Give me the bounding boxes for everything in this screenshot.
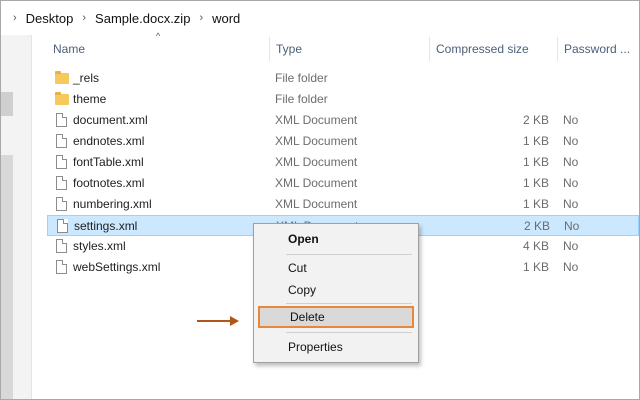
file-password: No	[563, 260, 579, 274]
file-type: XML Document	[275, 113, 358, 127]
file-type: XML Document	[275, 197, 358, 211]
breadcrumb-item-word[interactable]: word	[212, 11, 240, 26]
file-type: XML Document	[275, 176, 358, 190]
column-header-compressed-size[interactable]: Compressed size	[429, 37, 557, 61]
menu-separator	[286, 254, 412, 255]
file-name: endnotes.xml	[73, 134, 145, 148]
table-row[interactable]: endnotes.xml XML Document 1 KB No	[47, 131, 639, 152]
file-name: document.xml	[73, 113, 148, 127]
nav-scrollbar-thumb[interactable]	[1, 92, 13, 116]
file-password: No	[563, 113, 579, 127]
file-icon	[55, 197, 69, 213]
folder-icon	[55, 71, 69, 87]
table-row[interactable]: _rels File folder	[47, 68, 639, 89]
menu-item-delete[interactable]: Delete	[258, 306, 414, 328]
file-type: File folder	[275, 92, 328, 106]
context-menu: Open Cut Copy Delete Properties	[253, 223, 419, 363]
nav-scrollbar-track[interactable]	[1, 155, 13, 399]
table-row[interactable]: numbering.xml XML Document 1 KB No	[47, 194, 639, 215]
file-password: No	[563, 134, 579, 148]
file-compressed-size	[427, 89, 549, 110]
file-icon	[55, 113, 69, 129]
menu-item-copy[interactable]: Copy	[258, 279, 414, 301]
table-row[interactable]: document.xml XML Document 2 KB No	[47, 110, 639, 131]
table-row[interactable]: fontTable.xml XML Document 1 KB No	[47, 152, 639, 173]
breadcrumb: › Desktop › Sample.docx.zip › word	[1, 1, 639, 35]
file-compressed-size: 4 KB	[522, 239, 549, 253]
navigation-pane	[1, 35, 32, 399]
file-name: webSettings.xml	[73, 260, 161, 274]
menu-item-properties[interactable]: Properties	[258, 336, 414, 358]
file-password: No	[563, 176, 579, 190]
column-header-name[interactable]: Name	[47, 37, 269, 61]
file-compressed-size: 1 KB	[522, 197, 549, 211]
annotation-arrow-icon	[197, 320, 231, 322]
file-compressed-size: 1 KB	[522, 176, 549, 190]
breadcrumb-item-desktop[interactable]: Desktop	[26, 11, 74, 26]
chevron-right-icon[interactable]: ›	[199, 12, 203, 24]
file-name: theme	[73, 92, 107, 106]
file-compressed-size: 2 KB	[522, 113, 549, 127]
file-compressed-size: 1 KB	[522, 155, 549, 169]
breadcrumb-item-zip[interactable]: Sample.docx.zip	[95, 11, 190, 26]
file-icon	[55, 260, 69, 276]
file-name: _rels	[73, 71, 100, 85]
table-row[interactable]: theme File folder	[47, 89, 639, 110]
column-header-type[interactable]: Type	[269, 37, 429, 61]
folder-icon	[55, 92, 69, 108]
file-compressed-size: 2 KB	[523, 219, 550, 233]
file-name: settings.xml	[74, 219, 138, 233]
file-icon	[55, 155, 69, 171]
menu-item-cut[interactable]: Cut	[258, 257, 414, 279]
file-password: No	[564, 219, 580, 233]
column-header-password[interactable]: Password ...	[557, 37, 639, 61]
file-icon	[55, 134, 69, 150]
explorer-window: › Desktop › Sample.docx.zip › word ^ Nam…	[0, 0, 640, 400]
menu-separator	[286, 303, 412, 304]
file-name: footnotes.xml	[73, 176, 145, 190]
menu-item-open[interactable]: Open	[258, 228, 414, 250]
table-row[interactable]: footnotes.xml XML Document 1 KB No	[47, 173, 639, 194]
file-type: XML Document	[275, 155, 358, 169]
file-type: File folder	[275, 71, 328, 85]
file-name: numbering.xml	[73, 197, 152, 211]
annotation-arrow-head-icon	[230, 316, 239, 326]
file-compressed-size	[427, 68, 549, 89]
file-icon	[55, 176, 69, 192]
file-password: No	[563, 197, 579, 211]
file-name: fontTable.xml	[73, 155, 144, 169]
chevron-right-icon[interactable]: ›	[82, 12, 86, 24]
file-password: No	[563, 155, 579, 169]
file-compressed-size: 1 KB	[522, 260, 549, 274]
file-name: styles.xml	[73, 239, 126, 253]
file-password: No	[563, 239, 579, 253]
file-icon	[55, 239, 69, 255]
file-type: XML Document	[275, 134, 358, 148]
menu-separator	[286, 332, 412, 333]
file-icon	[56, 219, 70, 235]
file-compressed-size: 1 KB	[522, 134, 549, 148]
chevron-right-icon[interactable]: ›	[13, 12, 17, 24]
